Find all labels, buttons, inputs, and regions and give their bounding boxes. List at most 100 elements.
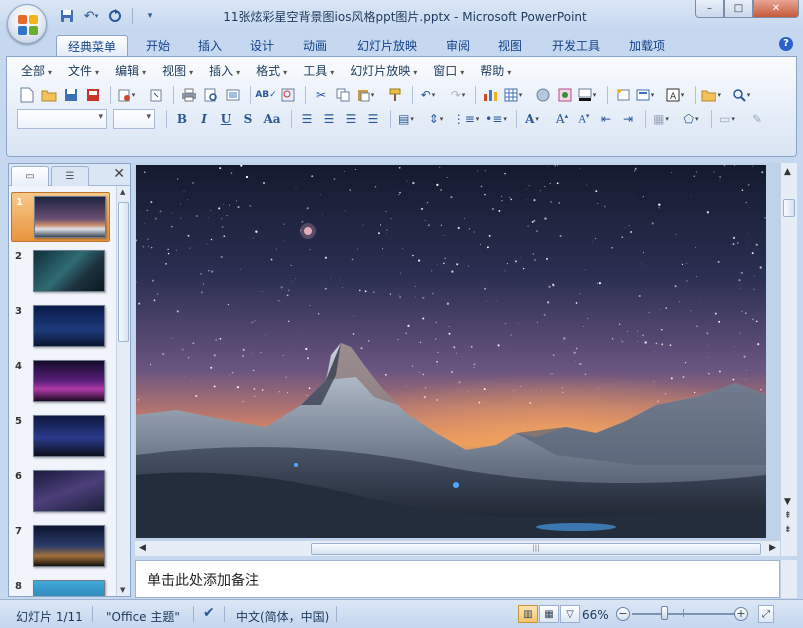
grow-font-icon[interactable]: A▴ <box>552 109 572 129</box>
slideshow-button[interactable]: ▽ <box>560 605 580 623</box>
save-icon[interactable] <box>56 6 78 26</box>
shape-outline-icon[interactable]: ✎ <box>747 109 767 129</box>
bold-button[interactable]: B <box>172 109 192 129</box>
change-case-button[interactable]: Aa <box>260 109 284 129</box>
maximize-button[interactable]: □ <box>724 0 753 18</box>
menu-window[interactable]: 窗口 ▾ <box>425 62 472 80</box>
slide-thumbnail-7[interactable]: 7 <box>11 522 110 572</box>
next-slide-icon[interactable]: ⇟ <box>784 525 792 535</box>
slide-thumbnail-6[interactable]: 6 <box>11 467 110 517</box>
font-size-combo[interactable] <box>113 109 155 129</box>
slide-horizontal-scrollbar[interactable]: ◀ ||| ▶ <box>135 540 780 556</box>
text-box-icon[interactable]: A ▾ <box>665 85 685 105</box>
redo-toolbar-icon[interactable]: ↷ ▾ <box>448 85 468 105</box>
menu-slideshow[interactable]: 幻灯片放映 ▾ <box>342 62 425 80</box>
language-indicator[interactable]: 中文(简体，中国) <box>236 608 329 625</box>
columns-icon[interactable]: ▤ ▾ <box>396 109 416 129</box>
menu-tools[interactable]: 工具 ▾ <box>295 62 342 80</box>
align-right-icon[interactable]: ☰ <box>341 109 361 129</box>
scroll-thumb[interactable]: ||| <box>311 543 761 555</box>
format-painter-icon[interactable] <box>385 85 405 105</box>
slides-tab[interactable]: ▭ <box>11 166 49 186</box>
notes-scrollbar[interactable] <box>780 560 797 598</box>
new-slide-icon[interactable] <box>613 85 633 105</box>
menu-help[interactable]: 帮助 ▾ <box>472 62 519 80</box>
paste-icon[interactable]: ▾ <box>355 85 375 105</box>
current-slide[interactable] <box>136 165 766 538</box>
increase-indent-icon[interactable]: ⇥ <box>618 109 638 129</box>
close-pane-icon[interactable]: ✕ <box>113 166 125 182</box>
scroll-up-icon[interactable]: ▲ <box>120 188 125 196</box>
slide-thumbnail-3[interactable]: 3 <box>11 302 110 352</box>
zoom-level[interactable]: 66% <box>582 608 609 622</box>
slide-vertical-scrollbar[interactable]: ▲ ▼ ⇞ ⇟ <box>780 163 797 556</box>
help-icon[interactable]: ? <box>779 37 793 51</box>
copy-icon[interactable] <box>333 85 353 105</box>
tab-slideshow[interactable]: 幻灯片放映 <box>346 35 428 56</box>
tab-view[interactable]: 视图 <box>488 35 532 56</box>
zoom-out-button[interactable]: − <box>616 607 630 621</box>
undo-toolbar-icon[interactable]: ↶ ▾ <box>418 85 438 105</box>
italic-button[interactable]: I <box>194 109 214 129</box>
decrease-indent-icon[interactable]: ⇤ <box>596 109 616 129</box>
shrink-font-icon[interactable]: A▾ <box>574 109 594 129</box>
redo-icon[interactable] <box>104 6 126 26</box>
scroll-down-icon[interactable]: ▼ <box>120 586 125 594</box>
research-icon[interactable] <box>278 85 298 105</box>
shapes-icon[interactable]: ⬠ ▾ <box>681 109 701 129</box>
notes-pane[interactable]: 单击此处添加备注 <box>135 560 780 598</box>
slide-thumbnail-2[interactable]: 2 <box>11 247 110 297</box>
tab-addins[interactable]: 加载项 <box>618 35 676 56</box>
slide-thumbnail-5[interactable]: 5 <box>11 412 110 462</box>
menu-format[interactable]: 格式 ▾ <box>248 62 295 80</box>
folder-shapes-icon[interactable]: ▾ <box>701 85 721 105</box>
cut-icon[interactable]: ✂ <box>311 85 331 105</box>
align-left-icon[interactable]: ☰ <box>297 109 317 129</box>
tab-classic-menu[interactable]: 经典菜单 <box>56 35 128 56</box>
save-as-pdf-icon[interactable] <box>83 85 103 105</box>
arrange-icon[interactable]: ▦ ▾ <box>651 109 671 129</box>
menu-view[interactable]: 视图 ▾ <box>154 62 201 80</box>
spelling-icon[interactable]: AB✓ <box>255 85 276 105</box>
menu-file[interactable]: 文件 ▾ <box>60 62 107 80</box>
scroll-left-icon[interactable]: ◀ <box>139 543 146 553</box>
shadow-button[interactable]: S <box>238 109 258 129</box>
customize-qat-icon[interactable]: ▾ <box>139 6 161 26</box>
numbering-icon[interactable]: ⋮≡ ▾ <box>453 109 480 129</box>
shape-fill-icon[interactable]: ▭ ▾ <box>717 109 737 129</box>
close-button[interactable]: ✕ <box>753 0 799 18</box>
menu-all[interactable]: 全部 ▾ <box>13 62 60 80</box>
office-button[interactable] <box>7 4 47 44</box>
open-folder-icon[interactable] <box>39 85 59 105</box>
line-spacing-icon[interactable]: ⇕ ▾ <box>426 109 446 129</box>
save-toolbar-icon[interactable] <box>61 85 81 105</box>
normal-view-button[interactable]: ▥ <box>518 605 538 623</box>
font-color-icon[interactable]: A ▾ <box>522 109 542 129</box>
print-preview-icon[interactable] <box>201 85 221 105</box>
scroll-down-icon[interactable]: ▼ <box>784 497 791 507</box>
minimize-button[interactable]: – <box>695 0 724 18</box>
underline-button[interactable]: U <box>216 109 236 129</box>
scroll-thumb[interactable] <box>118 202 129 342</box>
permission-icon[interactable]: ▾ <box>116 85 136 105</box>
align-center-icon[interactable]: ☰ <box>319 109 339 129</box>
undo-icon[interactable]: ↶ ▾ <box>80 6 102 26</box>
fit-to-window-button[interactable]: ⤢ <box>758 605 774 623</box>
previous-slide-icon[interactable]: ⇞ <box>784 511 792 521</box>
find-icon[interactable]: ▾ <box>731 85 751 105</box>
bullets-icon[interactable]: •≡ ▾ <box>485 109 507 129</box>
tab-review[interactable]: 审阅 <box>436 35 480 56</box>
insert-chart-icon[interactable] <box>481 85 501 105</box>
fill-color-icon[interactable]: ▾ <box>577 85 597 105</box>
zoom-slider-knob[interactable] <box>661 606 668 620</box>
slide-thumbnail-8[interactable]: 8 <box>11 577 110 596</box>
slide-thumbnail-1[interactable]: 1 <box>11 192 110 242</box>
slide-sorter-button[interactable]: ▦ <box>539 605 559 623</box>
new-document-icon[interactable] <box>17 85 37 105</box>
print-icon[interactable] <box>179 85 199 105</box>
insert-picture-icon[interactable] <box>533 85 553 105</box>
insert-clipart-icon[interactable] <box>555 85 575 105</box>
tab-animations[interactable]: 动画 <box>293 35 337 56</box>
menu-edit[interactable]: 编辑 ▾ <box>107 62 154 80</box>
layout-icon[interactable] <box>223 85 243 105</box>
